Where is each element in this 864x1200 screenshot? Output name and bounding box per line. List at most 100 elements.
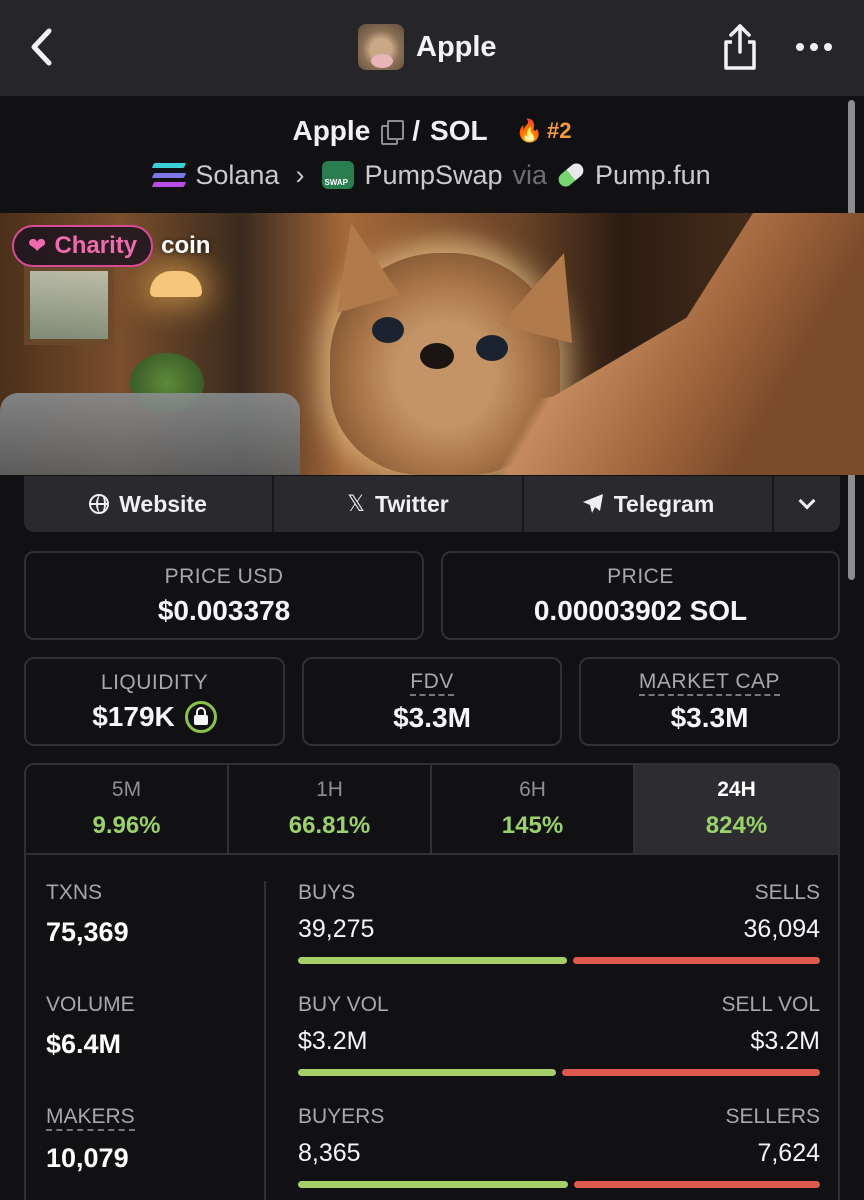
trading-stats-panel: 5M 9.96% 1H 66.81% 6H 145% 24H 824% TXNS…: [24, 763, 840, 1200]
copy-icon[interactable]: [380, 120, 405, 145]
buy-sell-ratio-bar: [298, 1069, 820, 1077]
social-links-bar: Website 𝕏 Twitter Telegram: [24, 476, 840, 532]
buy-bar: [298, 1069, 556, 1076]
buy-sell-column: BUYS SELLS 39,275 36,094 BUY VOL SELL VOL $…: [298, 881, 820, 1200]
txns-value: 75,369: [46, 917, 129, 947]
market-cap-value: $3.3M: [670, 701, 749, 733]
via-label: via: [512, 159, 548, 190]
price-usd-label: PRICE USD: [164, 564, 284, 588]
trending-rank[interactable]: #2: [547, 118, 571, 144]
buy-bar: [298, 1181, 568, 1188]
telegram-label: Telegram: [613, 490, 715, 517]
token-banner-image: ❤ Charity coin: [0, 213, 864, 475]
pair-title: Apple / SOL 🔥 #2: [0, 108, 864, 154]
buys-value: 39,275: [298, 915, 375, 943]
quote-token-name: SOL: [430, 115, 488, 146]
chevron-right-icon: ›: [295, 159, 305, 190]
buy-vol-label: BUY VOL: [298, 993, 389, 1016]
twitter-link[interactable]: 𝕏 Twitter: [274, 476, 524, 532]
sellers-value: 7,624: [757, 1139, 820, 1167]
tab-label: 6H: [519, 778, 546, 801]
chevron-left-icon: [31, 28, 52, 66]
dex-name[interactable]: PumpSwap: [364, 160, 502, 191]
lock-icon[interactable]: [184, 700, 217, 733]
volume-split-row: BUY VOL SELL VOL $3.2M $3.2M: [298, 993, 820, 1105]
sells-label: SELLS: [754, 881, 820, 904]
market-cap-label[interactable]: MARKET CAP: [638, 670, 781, 696]
column-divider: [264, 881, 266, 1200]
txns-label: TXNS: [46, 881, 103, 904]
category-badge[interactable]: ❤ Charity coin: [12, 225, 210, 267]
top-nav-bar: Apple: [0, 0, 864, 96]
tab-5m[interactable]: 5M 9.96%: [26, 765, 229, 853]
buyers-sellers-row: BUYERS SELLERS 8,365 7,624: [298, 1105, 820, 1200]
tab-label: 5M: [111, 778, 142, 801]
price-native-label: PRICE: [607, 564, 674, 588]
fire-icon: 🔥: [515, 118, 544, 143]
totals-column: TXNS 75,369 VOLUME $6.4M MAKERS 10,079: [46, 881, 246, 1200]
x-logo-icon: 𝕏: [347, 491, 366, 516]
more-options-button[interactable]: [792, 36, 836, 58]
sells-value: 36,094: [743, 915, 820, 943]
price-native-card: PRICE 0.00003902 SOL: [441, 551, 840, 640]
chain-breadcrumb: Solana › PumpSwap via Pump.fun: [0, 154, 864, 196]
makers-label[interactable]: MAKERS: [46, 1105, 135, 1131]
price-native-value: 0.00003902 SOL: [533, 594, 748, 626]
tab-label: 1H: [316, 778, 343, 801]
share-button[interactable]: [718, 22, 762, 72]
timeframe-tabs: 5M 9.96% 1H 66.81% 6H 145% 24H 824%: [26, 765, 838, 855]
website-label: Website: [119, 490, 207, 517]
liquidity-label: LIQUIDITY: [100, 670, 209, 694]
sell-bar: [562, 1069, 820, 1076]
buy-bar: [298, 957, 567, 964]
fdv-value: $3.3M: [393, 701, 471, 733]
launchpad-name[interactable]: Pump.fun: [595, 160, 711, 191]
website-link[interactable]: Website: [24, 476, 274, 532]
back-button[interactable]: [22, 24, 62, 70]
token-avatar: [358, 24, 404, 70]
tab-label: 24H: [717, 778, 756, 801]
base-token-name: Apple: [292, 115, 371, 146]
tab-change: 9.96%: [92, 812, 161, 839]
chevron-down-icon: [798, 492, 816, 510]
makers-stat: MAKERS 10,079: [46, 1105, 246, 1200]
telegram-link[interactable]: Telegram: [524, 476, 774, 532]
nav-token-header[interactable]: Apple: [358, 23, 497, 71]
nav-title: Apple: [416, 30, 497, 63]
share-icon: [724, 24, 756, 70]
makers-value: 10,079: [46, 1143, 129, 1173]
chain-name[interactable]: Solana: [195, 160, 279, 191]
txns-stat: TXNS 75,369: [46, 881, 246, 993]
volume-value: $6.4M: [46, 1029, 122, 1059]
tab-change: 145%: [501, 812, 564, 839]
charity-tag[interactable]: ❤ Charity: [12, 225, 154, 267]
buy-sell-ratio-bar: [298, 957, 820, 965]
sell-vol-label: SELL VOL: [721, 993, 820, 1016]
market-cap-card: MARKET CAP $3.3M: [579, 657, 840, 746]
tab-6h[interactable]: 6H 145%: [432, 765, 635, 853]
sell-bar: [574, 1181, 820, 1188]
more-links-dropdown[interactable]: [774, 476, 840, 532]
tab-24h[interactable]: 24H 824%: [635, 765, 838, 853]
pumpfun-icon: [555, 160, 587, 190]
buyers-value: 8,365: [298, 1139, 361, 1167]
tab-change: 824%: [705, 812, 768, 839]
price-usd-card: PRICE USD $0.003378: [24, 551, 424, 640]
sellers-label: SELLERS: [725, 1105, 820, 1128]
solana-icon: [152, 163, 187, 187]
tab-change: 66.81%: [288, 812, 371, 839]
buy-sell-ratio-bar: [298, 1181, 820, 1189]
heart-icon: ❤: [28, 233, 47, 258]
buys-sells-row: BUYS SELLS 39,275 36,094: [298, 881, 820, 993]
tab-1h[interactable]: 1H 66.81%: [229, 765, 432, 853]
telegram-icon: [582, 494, 603, 513]
fdv-label[interactable]: FDV: [410, 670, 454, 696]
price-usd-value: $0.003378: [157, 594, 291, 626]
pumpswap-icon: [322, 161, 355, 189]
sell-vol-value: $3.2M: [750, 1027, 820, 1055]
globe-icon: [89, 494, 110, 514]
liquidity-card: LIQUIDITY $179K: [24, 657, 285, 746]
charity-label: Charity: [54, 232, 138, 259]
buy-vol-value: $3.2M: [298, 1027, 368, 1055]
twitter-label: Twitter: [375, 490, 449, 517]
